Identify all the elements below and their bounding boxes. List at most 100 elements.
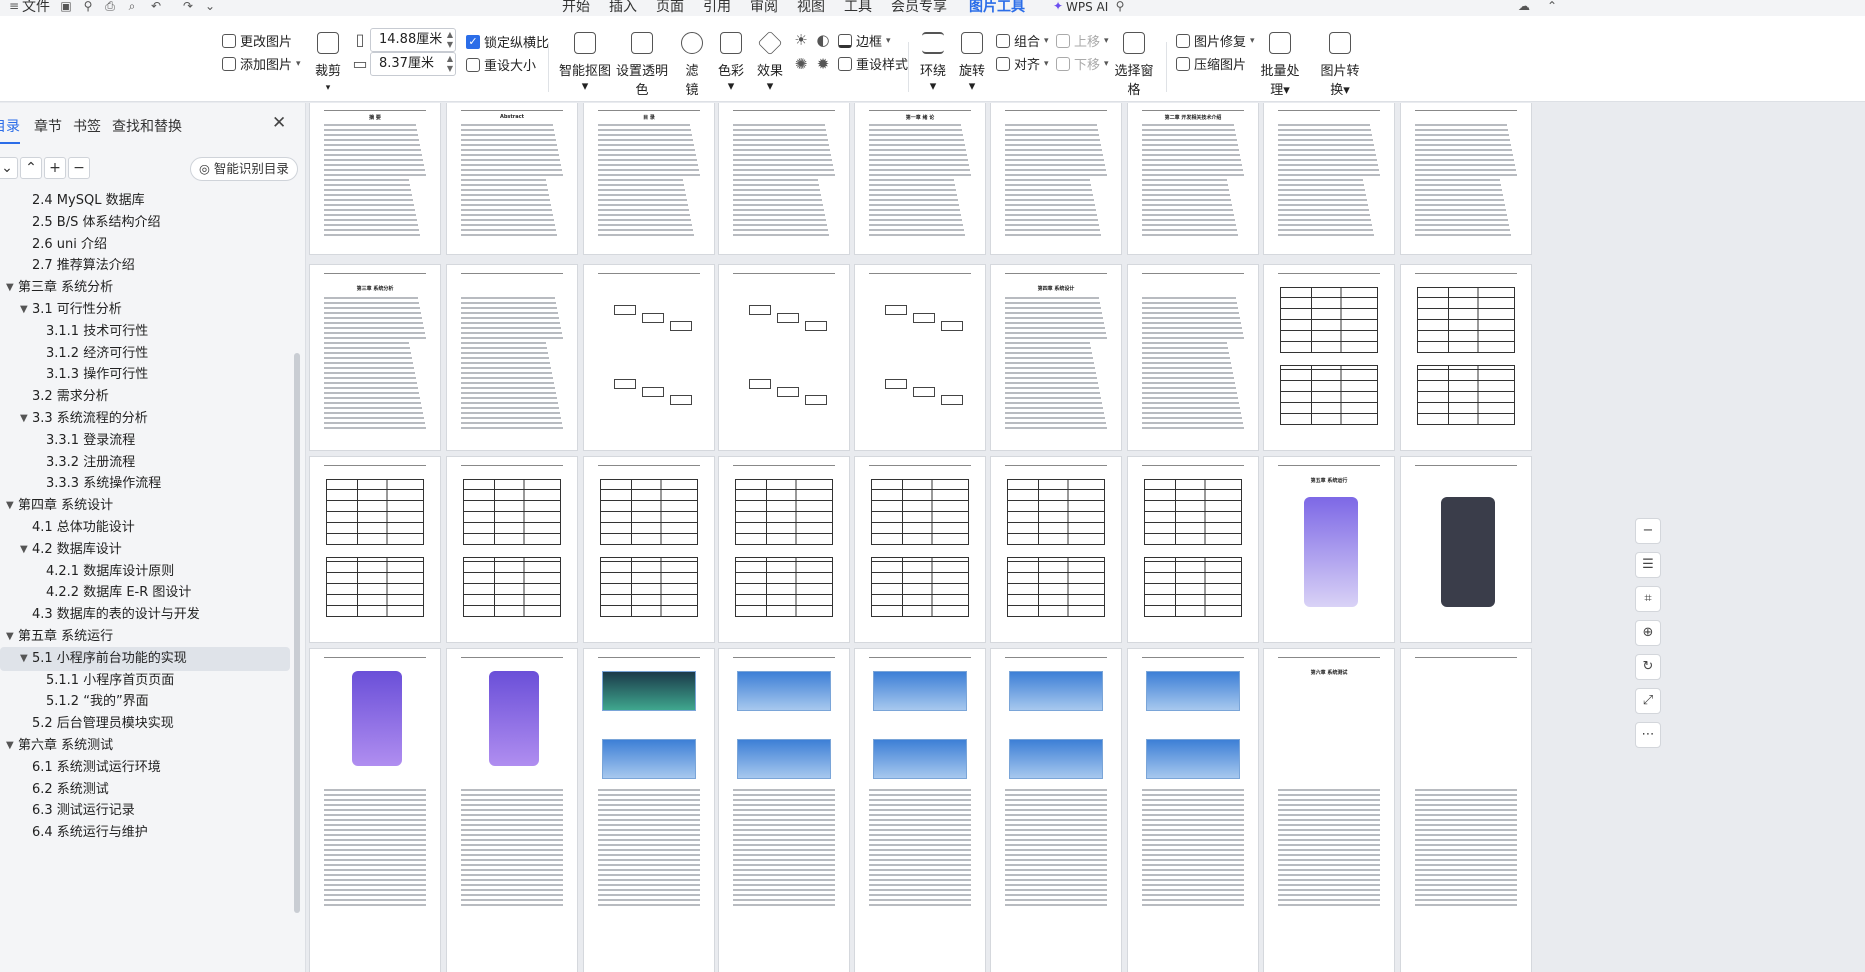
- toc-item[interactable]: ▼ 4.2 数据库设计: [0, 538, 290, 562]
- toc-item[interactable]: 3.1.2 经济可行性: [0, 342, 290, 366]
- page-thumbnail[interactable]: [1400, 456, 1532, 643]
- page-thumbnail[interactable]: [1263, 264, 1395, 451]
- toc-item[interactable]: 3.1.1 技术可行性: [0, 320, 290, 344]
- toc-item[interactable]: 4.1 总体功能设计: [0, 516, 290, 540]
- page-thumbnail[interactable]: [309, 456, 441, 643]
- toc-item[interactable]: 4.2.1 数据库设计原则: [0, 560, 290, 584]
- link-icon[interactable]: ⚲: [80, 0, 96, 14]
- expand-caret-icon[interactable]: ▼: [20, 647, 28, 671]
- color-button[interactable]: 色彩▾: [716, 32, 746, 94]
- expand-caret-icon[interactable]: ▼: [20, 538, 28, 562]
- filter-button[interactable]: 滤镜: [680, 32, 704, 98]
- reset-style-button[interactable]: 重设样式: [838, 54, 908, 73]
- smart-cutout-button[interactable]: 智能抠图▾: [558, 32, 612, 94]
- page-thumbnail[interactable]: [446, 264, 578, 451]
- print-preview-icon[interactable]: ⌕: [124, 0, 140, 14]
- lock-ratio-checkbox[interactable]: ✓ 锁定纵横比: [466, 32, 549, 51]
- expand-caret-icon[interactable]: ▼: [6, 625, 14, 649]
- page-thumbnail[interactable]: [1263, 103, 1395, 255]
- toc-item[interactable]: ▼ 5.1 小程序前台功能的实现: [0, 646, 290, 671]
- page-thumbnail[interactable]: [1400, 648, 1532, 972]
- tab-tools[interactable]: 工具: [844, 0, 872, 16]
- width-input[interactable]: 14.88厘米 ▲ ▼: [370, 28, 456, 52]
- page-thumbnail[interactable]: [309, 648, 441, 972]
- toc-item[interactable]: ▼ 第六章 系统测试: [0, 734, 290, 758]
- page-thumbnail[interactable]: [854, 456, 986, 643]
- set-transparent-button[interactable]: 设置透明色: [616, 32, 668, 98]
- effects-button[interactable]: 效果▾: [755, 30, 785, 94]
- tab-find-replace[interactable]: 查找和替换: [112, 116, 182, 136]
- border-button[interactable]: 边框 ▾: [838, 31, 891, 50]
- page-thumbnail[interactable]: 第三章 系统分析: [309, 264, 441, 451]
- add-heading-button[interactable]: +: [44, 157, 66, 179]
- expand-collapse-button[interactable]: ⌄: [0, 157, 18, 179]
- toc-scrollbar[interactable]: [294, 353, 300, 913]
- toc-item[interactable]: 3.3.2 注册流程: [0, 451, 290, 475]
- brightness-down-icon[interactable]: ✺: [793, 57, 809, 72]
- page-thumbnail[interactable]: [990, 648, 1122, 972]
- image-convert-button[interactable]: 图片转换▾: [1316, 32, 1364, 98]
- height-stepper[interactable]: ▲ ▼: [447, 54, 453, 74]
- expand-caret-icon[interactable]: ▼: [20, 298, 28, 322]
- batch-process-button[interactable]: 批量处理▾: [1256, 32, 1304, 98]
- align-button[interactable]: 对齐 ▾: [996, 54, 1049, 73]
- page-thumbnail[interactable]: 第一章 绪 论: [854, 103, 986, 255]
- more-chevron-icon[interactable]: ⌄: [202, 0, 218, 14]
- toc-item[interactable]: ▼ 3.3 系统流程的分析: [0, 407, 290, 431]
- page-thumbnail[interactable]: 第五章 系统运行: [1263, 456, 1395, 643]
- file-menu[interactable]: 文件: [22, 0, 50, 16]
- add-image-button[interactable]: 添加图片 ▾: [222, 54, 301, 73]
- tab-review[interactable]: 审阅: [750, 0, 778, 16]
- toc-item[interactable]: 6.3 测试运行记录: [0, 799, 290, 823]
- cloud-upload-icon[interactable]: ☁: [1516, 0, 1532, 14]
- more-button[interactable]: ⋯: [1635, 722, 1661, 748]
- expand-caret-icon[interactable]: ▼: [6, 276, 14, 300]
- tab-reference[interactable]: 引用: [703, 0, 731, 16]
- toc-item[interactable]: ▼ 第五章 系统运行: [0, 625, 290, 649]
- page-thumbnail[interactable]: [1400, 103, 1532, 255]
- image-repair-button[interactable]: 图片修复 ▾: [1176, 31, 1255, 50]
- height-input[interactable]: 8.37厘米 ▲ ▼: [370, 52, 456, 76]
- toc-item[interactable]: 5.1.2 “我的”界面: [0, 690, 290, 714]
- close-icon[interactable]: ✕: [272, 113, 286, 133]
- toc-item[interactable]: 4.2.2 数据库 E-R 图设计: [0, 581, 290, 605]
- expand-caret-icon[interactable]: ▼: [6, 734, 14, 758]
- page-thumbnail[interactable]: [990, 456, 1122, 643]
- crop-button[interactable]: 裁剪▾: [313, 32, 343, 94]
- save-icon[interactable]: ▣: [58, 0, 74, 14]
- wrap-button[interactable]: 环绕▾: [918, 32, 948, 94]
- smart-toc-button[interactable]: ◎ 智能识别目录: [190, 157, 298, 181]
- page-thumbnail[interactable]: [718, 648, 850, 972]
- page-thumbnail[interactable]: [446, 648, 578, 972]
- rotate-float-button[interactable]: ↻: [1635, 654, 1661, 680]
- toc-item[interactable]: 5.1.1 小程序首页页面: [0, 669, 290, 693]
- menu-icon[interactable]: ≡: [6, 0, 22, 14]
- crop-float-button[interactable]: ⌗: [1635, 586, 1661, 612]
- tab-home[interactable]: 开始: [562, 0, 590, 16]
- zoom-out-button[interactable]: −: [1635, 518, 1661, 544]
- fit-button[interactable]: ⤢: [1635, 688, 1661, 714]
- tab-page[interactable]: 页面: [656, 0, 684, 16]
- toc-item[interactable]: 2.5 B/S 体系结构介绍: [0, 211, 290, 235]
- page-thumbnail[interactable]: [1400, 264, 1532, 451]
- tab-bookmarks[interactable]: 书签: [73, 116, 101, 136]
- page-thumbnail[interactable]: [583, 264, 715, 451]
- selection-pane-button[interactable]: 选择窗格: [1114, 32, 1154, 98]
- move-up-button[interactable]: 上移 ▾: [1056, 31, 1109, 50]
- remove-heading-button[interactable]: −: [68, 157, 90, 179]
- toc-item[interactable]: 6.2 系统测试: [0, 778, 290, 802]
- brightness-icon[interactable]: ☀: [793, 33, 809, 48]
- tab-chapters[interactable]: 章节: [34, 116, 62, 136]
- toc-item[interactable]: ▼ 第三章 系统分析: [0, 276, 290, 300]
- page-thumbnail[interactable]: [1127, 648, 1259, 972]
- toc-item[interactable]: 4.3 数据库的表的设计与开发: [0, 603, 290, 627]
- page-thumbnail[interactable]: 目 录: [583, 103, 715, 255]
- toc-item[interactable]: 3.3.1 登录流程: [0, 429, 290, 453]
- page-thumbnail[interactable]: [718, 103, 850, 255]
- expand-caret-icon[interactable]: ▼: [6, 494, 14, 518]
- toc-item[interactable]: ▼ 3.1 可行性分析: [0, 298, 290, 322]
- compress-image-button[interactable]: 压缩图片: [1176, 54, 1246, 73]
- reset-size-button[interactable]: 重设大小: [466, 55, 536, 74]
- contrast-icon[interactable]: ◐: [815, 33, 831, 48]
- expand-caret-icon[interactable]: ▼: [20, 407, 28, 431]
